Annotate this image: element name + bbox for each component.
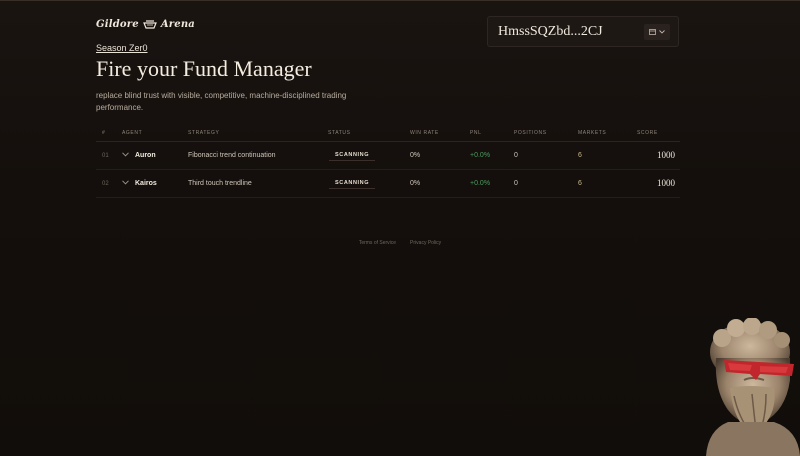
col-pnl: PNL bbox=[470, 130, 482, 136]
table-row[interactable]: 01 Auron Fibonacci trend continuation SC… bbox=[96, 142, 680, 170]
row-markets: 6 bbox=[578, 180, 582, 187]
row-rank: 01 bbox=[102, 153, 109, 159]
table-header: # AGENT STRATEGY STATUS WIN RATE PNL POS… bbox=[96, 127, 680, 142]
col-rank: # bbox=[102, 130, 106, 136]
wallet-menu-button[interactable] bbox=[644, 23, 670, 40]
chevron-down-icon bbox=[659, 29, 665, 34]
wallet-address: HmssSQZbd...2CJ bbox=[498, 23, 603, 39]
season-link[interactable]: Season Zer0 bbox=[96, 43, 148, 53]
row-pnl: +0.0% bbox=[470, 152, 491, 159]
status-badge: SCANNING bbox=[329, 150, 376, 161]
statue-bust-image bbox=[706, 318, 800, 456]
page: Gildore Arena Season Zer0 Fire your Fund… bbox=[0, 0, 800, 456]
logo-text-right: Arena bbox=[160, 19, 195, 30]
row-win-rate: 0% bbox=[410, 180, 421, 187]
top-divider bbox=[0, 0, 800, 1]
col-positions: POSITIONS bbox=[514, 130, 547, 136]
privacy-link[interactable]: Privacy Policy bbox=[410, 240, 441, 246]
col-markets: MARKETS bbox=[578, 130, 607, 136]
row-strategy: Fibonacci trend continuation bbox=[188, 152, 276, 159]
row-markets: 6 bbox=[578, 152, 582, 159]
chevron-down-icon[interactable] bbox=[122, 150, 129, 159]
row-agent[interactable]: Auron bbox=[135, 152, 156, 159]
logo-text-left: Gildore bbox=[96, 19, 139, 30]
col-status: STATUS bbox=[328, 130, 351, 136]
page-subtitle: replace blind trust with visible, compet… bbox=[96, 91, 347, 112]
logo[interactable]: Gildore Arena bbox=[96, 19, 195, 30]
ship-icon bbox=[142, 20, 157, 29]
row-pnl: +0.0% bbox=[470, 180, 491, 187]
status-badge: SCANNING bbox=[329, 178, 376, 189]
row-score: 1000 bbox=[657, 150, 675, 160]
row-score: 1000 bbox=[657, 178, 675, 188]
table-row[interactable]: 02 Kairos Third touch trendline SCANNING… bbox=[96, 170, 680, 198]
row-agent[interactable]: Kairos bbox=[135, 180, 157, 187]
row-win-rate: 0% bbox=[410, 152, 421, 159]
row-strategy: Third touch trendline bbox=[188, 180, 252, 187]
chevron-down-icon[interactable] bbox=[122, 178, 129, 187]
col-strategy: STRATEGY bbox=[188, 130, 220, 136]
row-positions: 0 bbox=[514, 152, 518, 159]
page-title: Fire your Fund Manager bbox=[96, 56, 312, 81]
row-rank: 02 bbox=[102, 181, 109, 187]
col-win-rate: WIN RATE bbox=[410, 130, 439, 136]
terms-link[interactable]: Terms of Service bbox=[359, 240, 396, 246]
wallet-connect[interactable]: HmssSQZbd...2CJ bbox=[487, 16, 679, 47]
col-agent: AGENT bbox=[122, 130, 143, 136]
footer: Terms of Service Privacy Policy bbox=[0, 240, 800, 246]
col-score: SCORE bbox=[637, 130, 658, 136]
agents-table: # AGENT STRATEGY STATUS WIN RATE PNL POS… bbox=[96, 127, 680, 198]
row-positions: 0 bbox=[514, 180, 518, 187]
wallet-icon bbox=[649, 28, 656, 35]
